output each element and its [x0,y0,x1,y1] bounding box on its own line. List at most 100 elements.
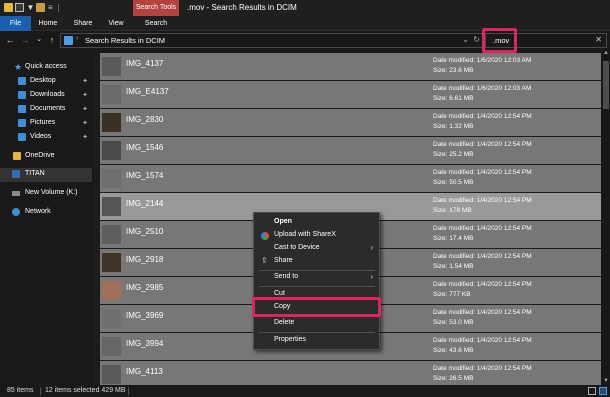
computer-icon [12,170,20,178]
sidebar-item-label: Network [25,208,51,215]
file-date: Date modified: 1/4/2020 12:54 PM [433,169,532,176]
tab-share[interactable]: Share [67,16,99,31]
menu-item-send-to[interactable]: Send to › [255,271,379,284]
file-row[interactable]: IMG_4113 Date modified: 1/4/2020 12:54 P… [100,361,601,385]
file-name: IMG_2830 [126,115,164,124]
file-date: Date modified: 1/6/2020 12:03 AM [433,57,532,64]
scroll-down-icon[interactable]: ▼ [602,377,610,385]
context-menu: Open Upload with ShareX Cast to Device ›… [253,212,380,350]
scroll-up-icon[interactable]: ▲ [602,49,610,57]
sidebar-item-new-volume[interactable]: New Volume (K:) [0,187,92,201]
navigation-pane: ★ Quick access Desktop ✦ Downloads ✦ Doc… [0,49,92,385]
menu-item-open[interactable]: Open [255,216,379,229]
sidebar-item-label: Downloads [30,91,65,98]
onedrive-icon [13,152,21,160]
file-thumbnail [102,281,121,300]
file-row[interactable]: IMG_1574 Date modified: 1/4/2020 12:54 P… [100,165,601,192]
search-tools-contextual-tab[interactable]: Search Tools [133,0,179,16]
menu-item-upload-sharex[interactable]: Upload with ShareX [255,229,379,242]
tab-file[interactable]: File [0,16,31,31]
clear-search-icon[interactable]: ✕ [595,35,602,44]
item-count: 85 items [7,387,34,394]
file-size: Size: 1.32 MB [433,123,474,130]
divider [128,387,129,395]
address-bar[interactable]: › Search Results in DCIM ⌄ ↻ [60,33,484,48]
file-thumbnail [102,225,121,244]
pin-icon: ✦ [82,106,88,113]
file-date: Date modified: 1/4/2020 12:54 PM [433,141,532,148]
pin-icon: ✦ [82,134,88,141]
selection-info: 12 items selected 429 MB [45,387,126,394]
sidebar-item-desktop[interactable]: Desktop ✦ [0,75,92,89]
file-row[interactable]: IMG_E4137 Date modified: 1/6/2020 12:03 … [100,81,601,108]
customize-quick-access-icon[interactable]: ≡ [48,3,57,12]
divider [58,4,59,12]
address-row: ← → ⌄ ↑ › Search Results in DCIM ⌄ ↻ .mo… [0,31,610,49]
new-folder-icon[interactable] [36,3,45,12]
file-thumbnail [102,309,121,328]
file-thumbnail [102,85,121,104]
menu-item-label: Upload with ShareX [274,231,336,238]
forward-arrow-icon[interactable]: → [19,33,31,47]
tab-search[interactable]: Search [133,16,179,31]
arrow-down-icon[interactable]: ▼ [26,3,35,12]
file-size: Size: 17.4 MB [433,235,474,242]
file-size: Size: 1.54 MB [433,263,474,270]
file-name: IMG_2985 [126,283,164,292]
sidebar-item-documents[interactable]: Documents ✦ [0,103,92,117]
back-arrow-icon[interactable]: ← [4,33,16,47]
file-row[interactable]: IMG_4137 Date modified: 1/6/2020 12:03 A… [100,53,601,80]
details-view-icon[interactable] [588,387,596,395]
menu-item-label: Open [274,218,292,225]
menu-item-label: Delete [274,319,295,326]
file-size: Size: 25.2 MB [433,151,474,158]
file-thumbnail [102,169,121,188]
file-thumbnail [102,337,121,356]
file-row[interactable]: IMG_2830 Date modified: 1/4/2020 12:54 P… [100,109,601,136]
properties-icon[interactable] [15,3,24,12]
menu-item-share[interactable]: ⇪ Share [255,255,379,268]
tab-view[interactable]: View [100,16,132,31]
file-name: IMG_3994 [126,339,164,348]
chevron-right-icon[interactable]: › [76,35,78,42]
tiles-view-icon[interactable] [599,387,607,395]
menu-item-properties[interactable]: Properties [255,334,379,347]
file-thumbnail [102,365,121,384]
scroll-thumb[interactable] [603,61,609,109]
file-size: Size: 43.6 MB [433,347,474,354]
menu-separator [259,332,375,333]
sidebar-item-network[interactable]: Network [0,206,92,220]
file-name: IMG_2510 [126,227,164,236]
document-icon [18,105,26,113]
pin-icon: ✦ [82,78,88,85]
refresh-icon[interactable]: ↻ [473,35,480,44]
recent-locations-chevron-icon[interactable]: ⌄ [33,33,45,47]
sidebar-item-quick-access[interactable]: ★ Quick access [0,61,92,75]
chevron-right-icon: › [370,243,373,252]
file-size: Size: 777 KB [433,291,471,298]
sidebar-item-label: TITAN [25,170,45,177]
file-thumbnail [102,253,121,272]
menu-item-delete[interactable]: Delete [255,317,379,330]
vertical-scrollbar[interactable]: ▲ ▼ [602,49,610,385]
sidebar-item-downloads[interactable]: Downloads ✦ [0,89,92,103]
chevron-down-icon[interactable]: ⌄ [462,35,469,44]
file-size: Size: 23.6 MB [433,67,474,74]
chevron-right-icon: › [370,272,373,281]
sidebar-item-titan[interactable]: TITAN [0,168,92,182]
sidebar-item-videos[interactable]: Videos ✦ [0,131,92,145]
sidebar-item-onedrive[interactable]: OneDrive [0,150,92,164]
menu-item-cast-to-device[interactable]: Cast to Device › [255,242,379,255]
tab-home[interactable]: Home [32,16,64,31]
file-date: Date modified: 1/4/2020 12:54 PM [433,225,532,232]
sidebar-item-pictures[interactable]: Pictures ✦ [0,117,92,131]
file-name: IMG_4113 [126,367,163,376]
file-row[interactable]: IMG_1546 Date modified: 1/4/2020 12:54 P… [100,137,601,164]
window-title: .mov - Search Results in DCIM [187,3,297,12]
up-arrow-icon[interactable]: ↑ [46,33,58,47]
sidebar-item-label: OneDrive [25,152,55,159]
network-icon [12,208,20,216]
file-name: IMG_4137 [126,59,164,68]
file-size: Size: 178 MB [433,207,472,214]
pin-icon: ✦ [82,92,88,99]
